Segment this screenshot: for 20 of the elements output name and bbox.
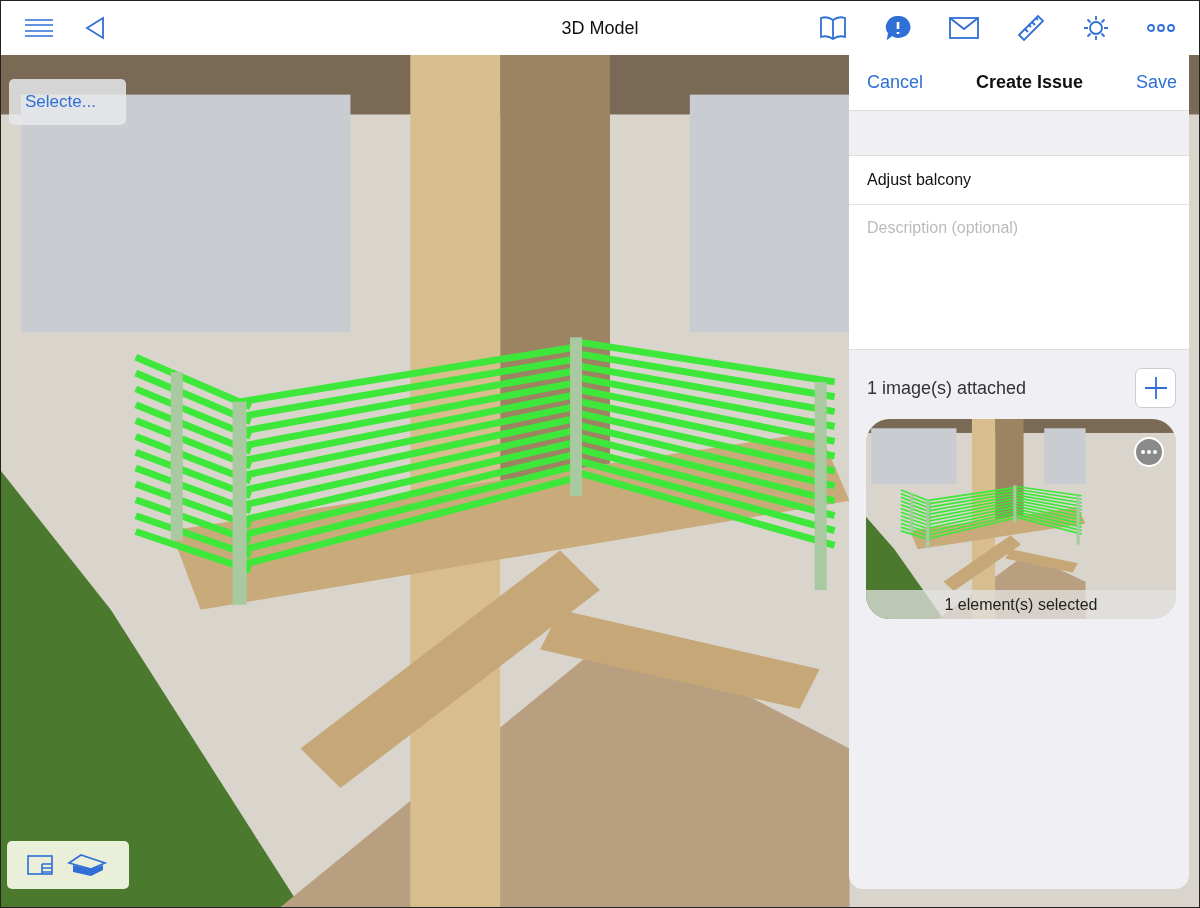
attachments-label: 1 image(s) attached bbox=[867, 377, 1027, 399]
panel-title: Create Issue bbox=[975, 72, 1084, 93]
description-field[interactable]: Description (optional) bbox=[849, 205, 1189, 350]
book-icon[interactable] bbox=[819, 16, 847, 40]
more-icon bbox=[1141, 450, 1157, 454]
title-field[interactable]: Adjust balcony bbox=[849, 155, 1189, 205]
add-image-button[interactable] bbox=[1135, 368, 1176, 408]
selection-button[interactable]: Selecte... bbox=[9, 79, 126, 125]
ruler-icon[interactable] bbox=[1017, 14, 1045, 42]
screen-title: 3D Model bbox=[561, 17, 639, 38]
image-caption: 1 element(s) selected bbox=[866, 590, 1176, 619]
cancel-button[interactable]: Cancel bbox=[867, 72, 924, 93]
mail-icon[interactable] bbox=[949, 17, 979, 39]
layout-icon[interactable] bbox=[27, 855, 53, 875]
alert-icon[interactable] bbox=[885, 15, 911, 41]
plus-icon bbox=[1143, 376, 1168, 400]
box-icon[interactable] bbox=[67, 853, 107, 877]
more-icon[interactable] bbox=[1147, 23, 1175, 33]
sun-icon[interactable] bbox=[1083, 15, 1109, 41]
save-button[interactable]: Save bbox=[1135, 72, 1177, 93]
